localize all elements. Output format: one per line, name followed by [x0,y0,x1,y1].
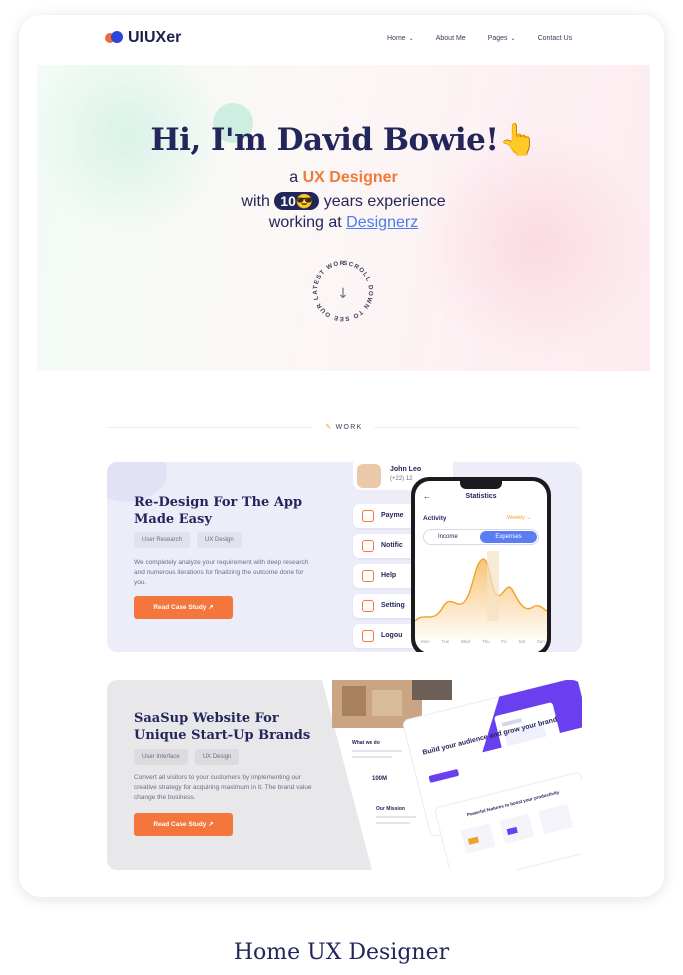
period-select: Weekly ⌄ [507,515,532,521]
mock-mission: Our Mission [376,806,405,812]
phone-screen: ← Statistics Activity Weekly ⌄ Income Ex… [415,481,547,652]
nav-item-home[interactable]: Home ⌄ [387,35,414,42]
main-menu: Home ⌄ About Me Pages ⌄ Contact Us [387,35,572,42]
tag-user-interface: User Interface [134,749,188,765]
tag-ux-design: UX Design [197,532,242,548]
hero-role: a UX Designer [289,169,398,186]
hero-section: Hi, I'm David Bowie!👆 a UX Designer with… [37,65,650,371]
divider-right [374,427,579,428]
project-title: Re-Design For The App Made Easy [134,495,303,527]
hand-icon: 👆 [498,122,538,158]
help-icon [362,570,374,582]
project-tags: User Research UX Design [134,532,242,548]
hero-company: working at Designerz [268,214,419,231]
scroll-down-badge[interactable]: SCROLL DOWN TO SEE OUR LATEST WORK • ↓ [309,251,377,337]
activity-label: Activity [423,515,447,522]
chevron-down-icon: ⌄ [408,36,414,42]
arrow-down-icon: ↓ [337,286,349,302]
page-card: UIUXer Home ⌄ About Me Pages ⌄ Contact Us … [19,15,664,897]
project-description: We completely analyze your requirement w… [134,559,309,586]
income-expense-toggle: Income Expenses [423,529,539,545]
logo-mark-icon [105,31,123,45]
mock-stat: 100M [372,776,387,782]
section-label-work: ✎ WORK [319,419,369,437]
app-mockup: John Leo (+22) 12 Payme Notific Help Set… [353,462,582,652]
project-title: SaaSup Website For Unique Start-Up Brands [134,711,311,743]
gear-icon [362,600,374,612]
project-card-saasup[interactable]: SaaSup Website For Unique Start-Up Brands… [107,680,582,870]
chart-days: Mon Tue Wed Thu Fri Sat Sun [421,639,545,644]
read-case-study-button[interactable]: Read Case Study ↗ [134,813,233,836]
brand-logo[interactable]: UIUXer [105,29,181,47]
website-mockup: What we do 100M Our Mission Build your a… [322,680,582,870]
read-case-study-button[interactable]: Read Case Study ↗ [134,596,233,619]
contact-name: John Leo [390,466,422,473]
project-card-app-redesign[interactable]: Re-Design For The App Made Easy User Rese… [107,462,582,652]
tag-user-research: User Research [134,532,191,548]
hero-experience: with 10😎 years experience [241,192,446,210]
project-description: Convert all visitors to your customers b… [134,774,312,801]
avatar [357,464,381,488]
hero-blob-pink [417,125,650,365]
segment-expenses: Expenses [480,531,537,543]
contact-phone: (+22) 12 [390,476,413,482]
segment-income: Income [438,534,458,540]
screen-title: Statistics [465,493,497,500]
top-nav: UIUXer Home ⌄ About Me Pages ⌄ Contact Us [19,15,664,65]
divider-left [107,427,312,428]
pencil-icon: ✎ [325,424,333,431]
years-badge: 10😎 [274,192,320,210]
mock-what: What we do [352,740,380,746]
logout-icon [362,630,374,642]
nav-item-about[interactable]: About Me [436,35,466,42]
company-link[interactable]: Designerz [346,214,418,231]
wallet-icon [362,510,374,522]
brand-name: UIUXer [128,29,182,46]
chevron-down-icon: ⌄ [510,36,516,42]
phone-notch [460,481,502,489]
page-caption: Home UX Designer [233,940,450,965]
tag-ux-design: UX Design [194,749,240,765]
hero-title: Hi, I'm David Bowie!👆 [150,122,538,158]
nav-item-pages[interactable]: Pages ⌄ [488,35,516,42]
nav-item-contact[interactable]: Contact Us [538,35,573,42]
project-tags: User Interface UX Design [134,749,240,765]
activity-chart [415,551,547,639]
bell-icon [362,540,374,552]
